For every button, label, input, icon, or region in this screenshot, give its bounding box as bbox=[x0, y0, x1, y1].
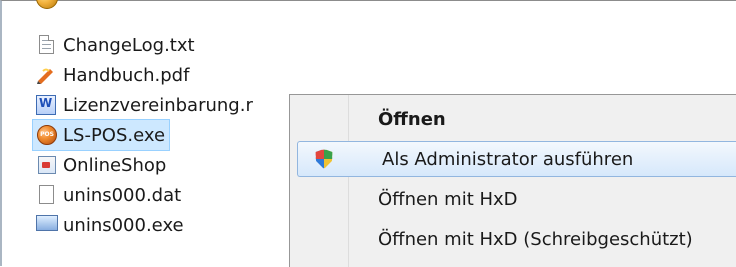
explorer-window: ChangeLog.txt Handbuch.pdf Lizenzvereinb… bbox=[0, 0, 736, 267]
menu-item-label: Öffnen mit HxD (Schreibgeschützt) bbox=[378, 228, 693, 250]
generic-file-icon bbox=[39, 185, 54, 204]
file-item-ls-pos[interactable]: LS-POS.exe bbox=[31, 119, 171, 151]
folder-icon bbox=[36, 0, 58, 9]
file-item-changelog[interactable]: ChangeLog.txt bbox=[36, 30, 195, 60]
file-name: unins000.exe bbox=[63, 214, 184, 236]
menu-item-open[interactable]: Öffnen bbox=[294, 101, 736, 137]
text-file-icon bbox=[39, 35, 54, 54]
menu-item-label: Als Administrator ausführen bbox=[382, 148, 634, 170]
file-item-unins-exe[interactable]: unins000.exe bbox=[36, 210, 184, 240]
word-document-icon bbox=[36, 95, 56, 115]
file-name: Lizenzvereinbarung.r bbox=[63, 94, 253, 116]
file-item-unins-dat[interactable]: unins000.dat bbox=[36, 180, 181, 210]
text-lines-icon bbox=[42, 40, 51, 51]
partial-file-icon bbox=[36, 0, 60, 11]
file-name: unins000.dat bbox=[63, 184, 182, 206]
file-item-lizenzvereinbarung[interactable]: Lizenzvereinbarung.r bbox=[36, 90, 253, 120]
menu-item-run-as-admin[interactable]: Als Administrator ausführen bbox=[297, 141, 736, 177]
menu-item-open-with-hxd-read-only[interactable]: Öffnen mit HxD (Schreibgeschützt) bbox=[294, 221, 736, 257]
installer-icon bbox=[36, 215, 58, 231]
pos-app-icon bbox=[36, 124, 58, 146]
menu-item-open-with-hxd[interactable]: Öffnen mit HxD bbox=[294, 181, 736, 217]
context-menu: Öffnen Als Administrator ausführen Öffne… bbox=[289, 94, 736, 267]
file-name: OnlineShop bbox=[63, 154, 167, 176]
file-item-handbuch[interactable]: Handbuch.pdf bbox=[36, 60, 189, 90]
text-file-icon bbox=[36, 34, 58, 56]
uac-shield-icon bbox=[315, 149, 333, 169]
file-name: LS-POS.exe bbox=[63, 124, 166, 146]
menu-item-label: Öffnen bbox=[378, 108, 446, 130]
file-item-onlineshop[interactable]: OnlineShop bbox=[36, 150, 166, 180]
installer-icon bbox=[36, 214, 58, 236]
uac-shield-icon bbox=[298, 149, 350, 169]
file-name: Handbuch.pdf bbox=[63, 64, 190, 86]
pos-app-icon bbox=[37, 125, 57, 145]
menu-item-label: Öffnen mit HxD bbox=[378, 188, 518, 210]
file-name: ChangeLog.txt bbox=[63, 34, 195, 56]
shortcut-icon bbox=[38, 156, 56, 174]
pdf-file-icon bbox=[36, 64, 58, 86]
generic-file-icon bbox=[36, 184, 58, 206]
shortcut-icon bbox=[36, 154, 58, 176]
word-document-icon bbox=[36, 94, 58, 116]
